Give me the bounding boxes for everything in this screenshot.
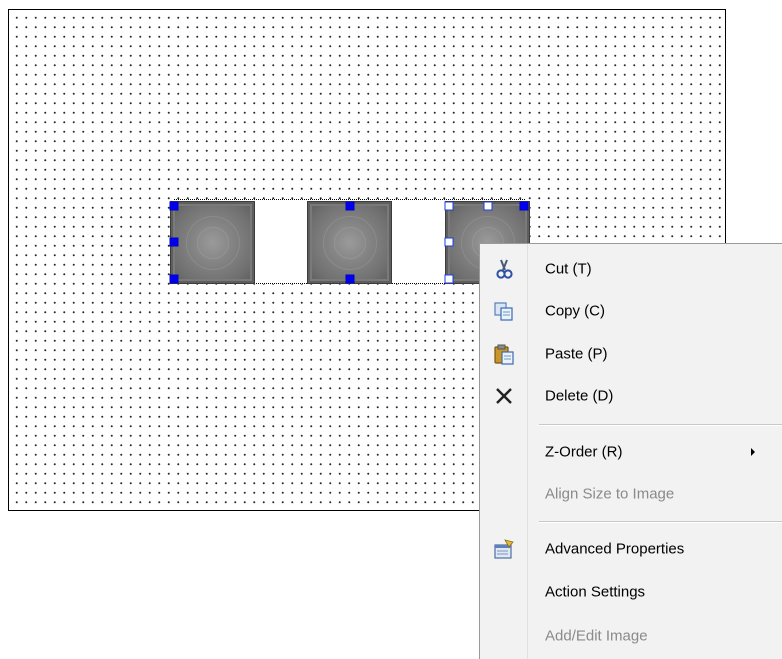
image-object-2[interactable] [307,201,392,284]
context-menu: Cut (T) Copy (C) Paste (P) Delete (D) Z-… [479,243,782,659]
resize-handle[interactable] [444,274,454,284]
image-object-2-ring [322,215,377,270]
menu-item-add-edit-image[interactable]: Add/Edit Image [480,616,782,656]
submenu-arrow-icon [751,448,755,456]
resize-handle[interactable] [169,274,179,284]
menu-item-label: Delete (D) [545,387,614,405]
paste-icon [493,343,515,365]
resize-handle[interactable] [345,274,355,284]
resize-handle[interactable] [519,201,529,211]
image-object-1-ring [185,215,240,270]
menu-item-align-size-to-image[interactable]: Align Size to Image [480,474,782,514]
resize-handle[interactable] [169,237,179,247]
menu-item-action-settings[interactable]: Action Settings [480,572,782,612]
menu-item-label: Cut (T) [545,260,592,278]
resize-handle[interactable] [483,201,493,211]
menu-item-label: Advanced Properties [545,540,685,558]
menu-separator [539,424,782,426]
menu-item-label: Z-Order (R) [545,443,623,461]
menu-item-paste[interactable]: Paste (P) [480,334,782,374]
menu-item-label: Copy (C) [545,302,606,320]
resize-handle[interactable] [444,201,454,211]
resize-handle[interactable] [169,201,179,211]
menu-item-advanced-properties[interactable]: Advanced Properties [480,529,782,569]
resize-handle[interactable] [345,201,355,211]
menu-item-delete[interactable]: Delete (D) [480,376,782,416]
menu-item-copy[interactable]: Copy (C) [480,291,782,331]
menu-item-label: Action Settings [545,583,646,601]
menu-item-label: Add/Edit Image [545,627,648,645]
properties-icon [493,538,515,560]
delete-x-icon [493,385,515,407]
scissors-icon [493,258,515,280]
menu-item-z-order[interactable]: Z-Order (R) [480,432,782,472]
menu-item-label: Align Size to Image [545,485,675,503]
copy-icon [493,300,515,322]
menu-separator [539,521,782,523]
page: Cut (T) Copy (C) Paste (P) Delete (D) Z-… [0,0,782,659]
image-object-1[interactable] [170,201,255,284]
resize-handle[interactable] [444,237,454,247]
menu-item-cut[interactable]: Cut (T) [480,249,782,289]
menu-item-label: Paste (P) [545,345,608,363]
